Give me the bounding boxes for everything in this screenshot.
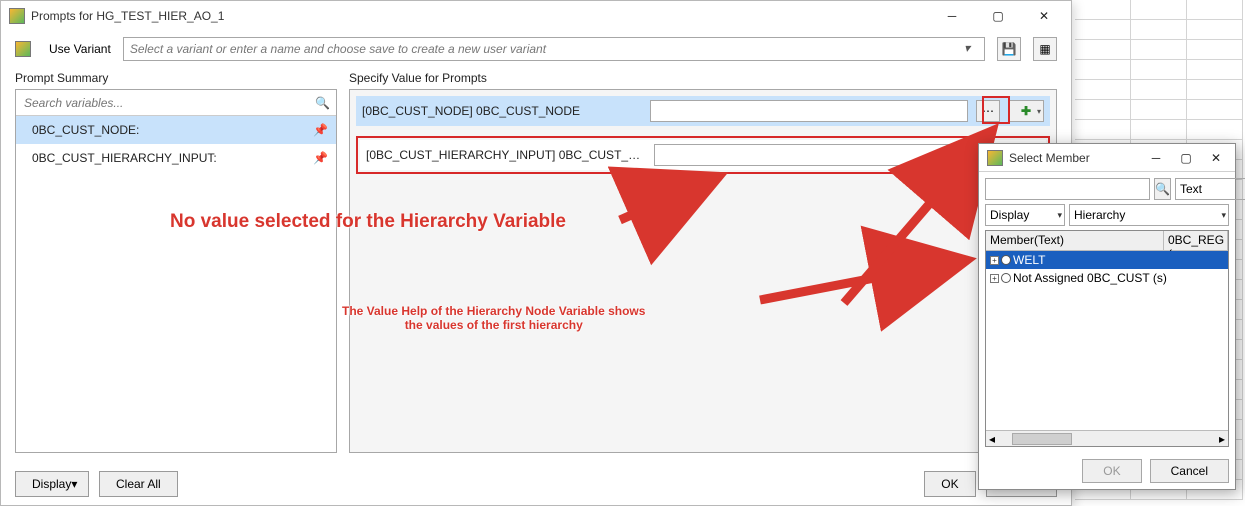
maximize-button[interactable]: ▢ (1171, 144, 1201, 172)
close-button[interactable]: ✕ (1021, 2, 1067, 30)
member-cancel-button[interactable]: Cancel (1150, 459, 1229, 483)
grid-col-header[interactable]: Member(Text) (986, 231, 1164, 250)
annotation-text: The Value Help of the Hierarchy Node Var… (342, 304, 645, 333)
prompts-dialog: Prompts for HG_TEST_HIER_AO_1 ─ ▢ ✕ Use … (0, 0, 1072, 506)
scroll-right-icon[interactable]: ▸ (1216, 432, 1228, 446)
prompt-summary-label: 0BC_CUST_HIERARCHY_INPUT: (32, 151, 313, 165)
scroll-left-icon[interactable]: ◂ (986, 432, 998, 446)
specify-header: Specify Value for Prompts (349, 71, 1057, 89)
dialog-footer: Display▾ Clear All OK Cancel (1, 463, 1071, 505)
radio-icon[interactable] (1001, 255, 1011, 265)
chevron-down-icon: ▾ (1057, 210, 1062, 221)
prompt-row-input[interactable] (650, 100, 968, 122)
member-dialog-title: Select Member (1009, 151, 1141, 165)
window-title: Prompts for HG_TEST_HIER_AO_1 (31, 9, 929, 23)
prompt-row-label: [0BC_CUST_HIERARCHY_INPUT] 0BC_CUST_HIER… (366, 148, 646, 162)
prompt-summary-panel: 🔍 0BC_CUST_NODE: 📌 0BC_CUST_HIERARCHY_IN… (15, 89, 337, 453)
prompt-row-label: [0BC_CUST_NODE] 0BC_CUST_NODE (362, 104, 642, 118)
disk-icon: 💾 (1002, 42, 1017, 56)
variant-select[interactable]: Select a variant or enter a name and cho… (123, 37, 985, 61)
member-search-input[interactable] (985, 178, 1150, 200)
search-icon: 🔍 (1155, 182, 1170, 196)
annotation-text: No value selected for the Hierarchy Vari… (170, 211, 566, 234)
select-member-dialog: Select Member ─ ▢ ✕ 🔍 Text▾ Display▾ Hie… (978, 143, 1236, 490)
prompt-summary-item[interactable]: 0BC_CUST_NODE: 📌 (16, 116, 336, 144)
pin-icon[interactable]: 📌 (313, 123, 328, 137)
member-grid: Member(Text) 0BC_REG ( + WELT + Not Assi… (985, 230, 1229, 447)
chevron-down-icon: ▾ (1221, 210, 1226, 221)
chevron-down-icon: ▾ (71, 477, 77, 491)
prompt-summary-item[interactable]: 0BC_CUST_HIERARCHY_INPUT: 📌 (16, 144, 336, 172)
close-button[interactable]: ✕ (1201, 144, 1231, 172)
member-row[interactable]: + Not Assigned 0BC_CUST (s) (986, 269, 1228, 287)
annotation-highlight-box: [0BC_CUST_HIERARCHY_INPUT] 0BC_CUST_HIER… (356, 136, 1050, 174)
prompt-summary-label: 0BC_CUST_NODE: (32, 123, 313, 137)
search-icon: 🔍 (315, 96, 330, 110)
display-mode-button[interactable]: Display▾ (985, 204, 1065, 226)
variant-icon (15, 41, 31, 57)
prompt-summary-header: Prompt Summary (15, 71, 337, 89)
variant-grid-button[interactable]: ▦ (1033, 37, 1057, 61)
search-variables[interactable]: 🔍 (16, 90, 336, 116)
variant-placeholder: Select a variant or enter a name and cho… (130, 42, 546, 56)
expand-icon[interactable]: + (990, 256, 999, 265)
member-search-button[interactable]: 🔍 (1154, 178, 1171, 200)
app-icon (987, 150, 1003, 166)
annotation-highlight-box (982, 96, 1010, 124)
specify-panel: [0BC_CUST_NODE] 0BC_CUST_NODE ⋯ ✚▾ [0BC_… (349, 89, 1057, 453)
pin-icon[interactable]: 📌 (313, 151, 328, 165)
display-value-select[interactable]: Hierarchy▾ (1069, 204, 1229, 226)
member-row[interactable]: + WELT (986, 251, 1228, 269)
titlebar: Prompts for HG_TEST_HIER_AO_1 ─ ▢ ✕ (1, 1, 1071, 31)
use-variant-label: Use Variant (49, 42, 111, 56)
minimize-button[interactable]: ─ (929, 2, 975, 30)
plus-icon: ✚ (1021, 104, 1031, 118)
chevron-down-icon: ▾ (964, 41, 980, 57)
app-icon (9, 8, 25, 24)
display-dropdown[interactable]: Display▾ (15, 471, 89, 497)
horizontal-scrollbar[interactable]: ◂ ▸ (986, 430, 1228, 446)
member-label: WELT (1013, 253, 1045, 267)
maximize-button[interactable]: ▢ (975, 2, 1021, 30)
scroll-thumb[interactable] (1012, 433, 1072, 445)
add-value-button[interactable]: ✚▾ (1008, 100, 1044, 122)
radio-icon[interactable] (1001, 273, 1011, 283)
grid-icon: ▦ (1039, 42, 1050, 56)
member-label: Not Assigned 0BC_CUST (s) (1013, 271, 1167, 285)
prompt-row: [0BC_CUST_NODE] 0BC_CUST_NODE ⋯ ✚▾ (356, 96, 1050, 126)
ok-button[interactable]: OK (924, 471, 975, 497)
clear-all-button[interactable]: Clear All (99, 471, 178, 497)
member-ok-button[interactable]: OK (1082, 459, 1141, 483)
search-input[interactable] (22, 95, 315, 111)
minimize-button[interactable]: ─ (1141, 144, 1171, 172)
save-variant-button[interactable]: 💾 (997, 37, 1021, 61)
expand-icon[interactable]: + (990, 274, 999, 283)
chevron-down-icon: ▾ (1037, 107, 1041, 116)
search-mode-select[interactable]: Text▾ (1175, 178, 1245, 200)
grid-col-header[interactable]: 0BC_REG ( (1164, 231, 1228, 250)
prompt-row: [0BC_CUST_HIERARCHY_INPUT] 0BC_CUST_HIER… (360, 140, 1046, 170)
variant-row: Use Variant Select a variant or enter a … (1, 31, 1071, 71)
